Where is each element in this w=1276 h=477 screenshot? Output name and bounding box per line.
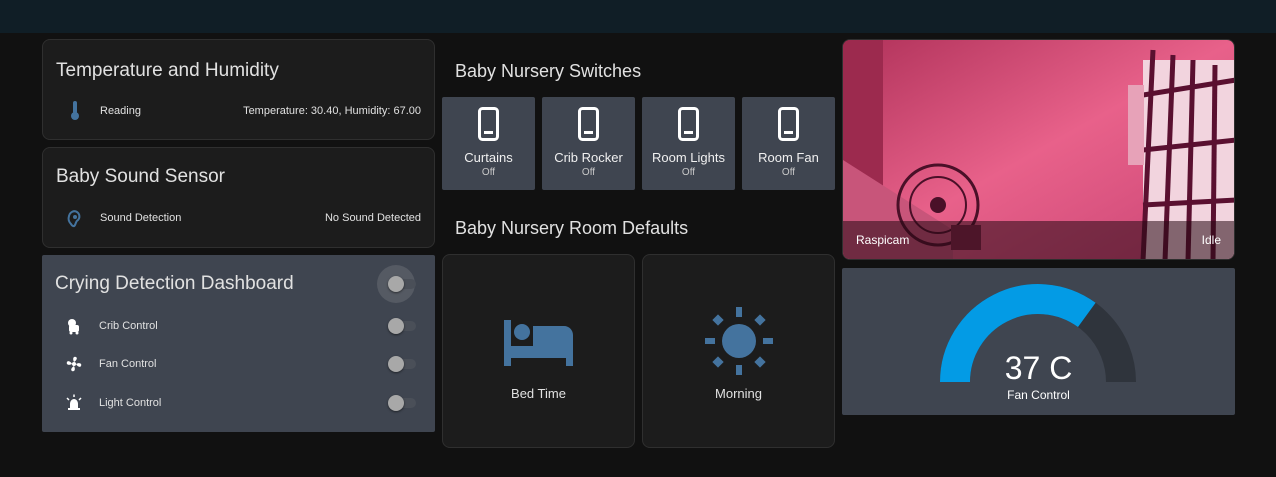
row-value: Temperature: 30.40, Humidity: 67.00	[243, 105, 421, 117]
gauge-value: 37 C	[1004, 350, 1073, 386]
switch-state: Off	[581, 167, 596, 178]
row-label: Light Control	[99, 397, 162, 409]
switch-state: Off	[781, 167, 796, 178]
row-label: Fan Control	[99, 358, 157, 370]
top-bar	[0, 0, 1276, 33]
switch-name: Room Fan	[758, 150, 819, 165]
switch-state: Off	[681, 167, 696, 178]
scene-name: Bed Time	[511, 386, 566, 401]
card-title: Crying Detection Dashboard	[55, 273, 294, 294]
row-value: No Sound Detected	[324, 212, 421, 224]
thermometer-icon	[63, 99, 87, 123]
card-title: Temperature and Humidity	[56, 60, 279, 81]
fan-icon	[62, 352, 86, 376]
scene-name: Morning	[715, 386, 762, 401]
switch-name: Curtains	[464, 150, 513, 165]
temperature-humidity-card: Temperature and Humidity Reading Tempera…	[42, 39, 435, 140]
alarm-light-icon	[62, 391, 86, 415]
light-control-toggle[interactable]	[388, 395, 418, 411]
switch-room-fan[interactable]: Room Fan Off	[742, 97, 835, 190]
row-label: Reading	[100, 105, 141, 117]
crib-icon	[62, 314, 86, 338]
camera-state: Idle	[1201, 233, 1221, 247]
sun-icon	[705, 307, 773, 375]
defaults-section-title: Baby Nursery Room Defaults	[455, 218, 689, 238]
row-label: Sound Detection	[100, 212, 182, 224]
phone-icon	[578, 107, 599, 141]
switch-crib-rocker[interactable]: Crib Rocker Off	[542, 97, 635, 190]
row-label: Crib Control	[99, 320, 158, 332]
switch-room-lights[interactable]: Room Lights Off	[642, 97, 735, 190]
fan-control-gauge-card[interactable]: 37 C Fan Control	[842, 268, 1235, 415]
bed-icon	[504, 320, 573, 366]
scene-morning[interactable]: Morning	[642, 254, 835, 448]
reading-row[interactable]: Reading Temperature: 30.40, Humidity: 67…	[43, 99, 434, 123]
fan-control-row: Fan Control	[42, 352, 435, 376]
gauge-name: Fan Control	[1007, 388, 1070, 402]
switch-state: Off	[481, 167, 496, 178]
scene-bed-time[interactable]: Bed Time	[442, 254, 635, 448]
baby-sound-sensor-card: Baby Sound Sensor Sound Detection No Sou…	[42, 147, 435, 248]
card-title: Baby Sound Sensor	[56, 166, 226, 187]
phone-icon	[678, 107, 699, 141]
crib-control-toggle[interactable]	[388, 318, 418, 334]
master-toggle[interactable]	[388, 276, 418, 292]
light-control-row: Light Control	[42, 391, 435, 415]
switches-section-title: Baby Nursery Switches	[455, 61, 642, 81]
fan-control-toggle[interactable]	[388, 356, 418, 372]
phone-icon	[478, 107, 499, 141]
switch-name: Room Lights	[652, 150, 725, 165]
camera-feed[interactable]: Raspicam Idle	[842, 39, 1235, 260]
phone-icon	[778, 107, 799, 141]
ear-icon	[63, 206, 87, 230]
sound-detection-row[interactable]: Sound Detection No Sound Detected	[43, 206, 434, 230]
switch-curtains[interactable]: Curtains Off	[442, 97, 535, 190]
crib-control-row: Crib Control	[42, 314, 435, 338]
camera-name: Raspicam	[856, 233, 910, 247]
switch-name: Crib Rocker	[554, 150, 623, 165]
crying-detection-card: Crying Detection Dashboard Crib Control …	[42, 255, 435, 432]
